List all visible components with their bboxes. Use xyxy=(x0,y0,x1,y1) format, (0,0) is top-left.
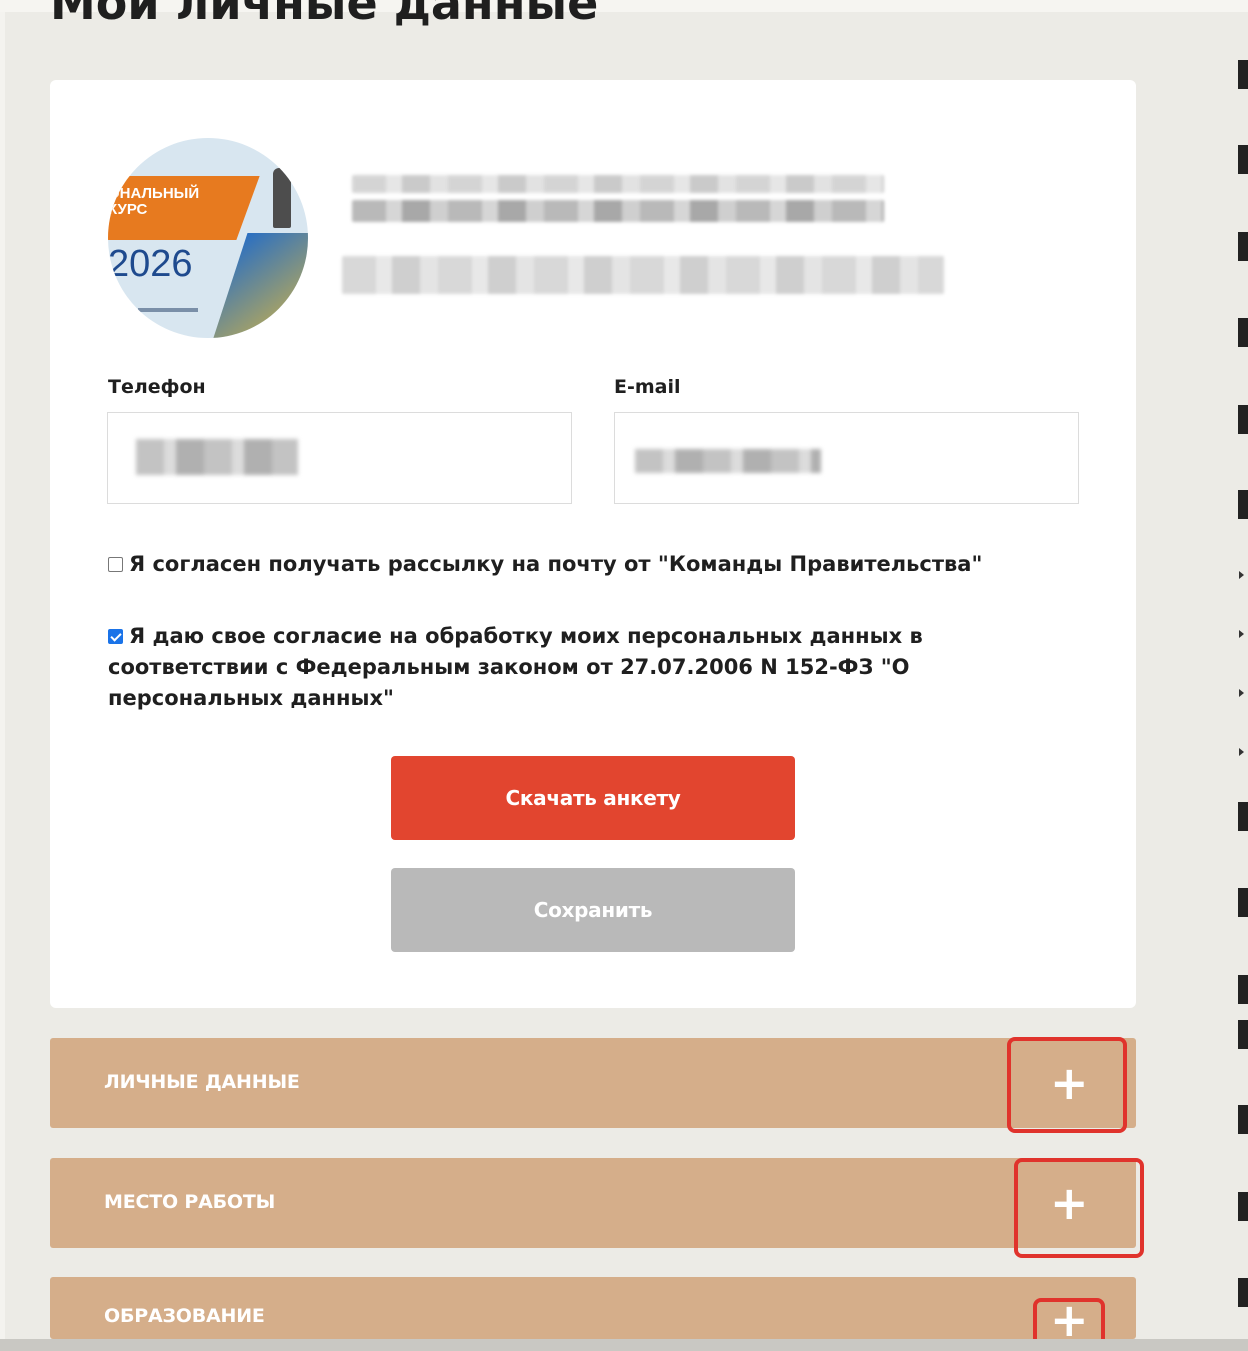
sidebar-link-clipped[interactable] xyxy=(1238,1192,1248,1221)
newsletter-consent-label: Я согласен получать рассылку на почту от… xyxy=(129,552,983,576)
newsletter-consent[interactable]: Я согласен получать рассылку на почту от… xyxy=(108,549,1068,580)
bullet-icon xyxy=(1239,689,1244,697)
save-button[interactable]: Сохранить xyxy=(391,868,795,952)
sidebar-link-clipped[interactable] xyxy=(1238,1020,1248,1049)
bullet-icon xyxy=(1239,571,1244,579)
highlight-box xyxy=(1007,1037,1127,1133)
phone-value-blurred xyxy=(136,439,298,475)
profile-card: ОНАЛЬНЫЙ КУРС 2026 Телефон E-mail Я согл… xyxy=(50,80,1136,1008)
logo-blue-band xyxy=(208,233,308,338)
page-title: Мои личные данные xyxy=(50,0,599,30)
section-personal-data[interactable]: ЛИЧНЫЕ ДАННЫЕ + xyxy=(50,1038,1136,1128)
profile-avatar[interactable]: ОНАЛЬНЫЙ КУРС 2026 xyxy=(108,138,308,338)
sidebar-link-clipped[interactable] xyxy=(1238,1105,1248,1134)
section-personal-data-label: ЛИЧНЫЕ ДАННЫЕ xyxy=(104,1071,300,1093)
section-education[interactable]: ОБРАЗОВАНИЕ + xyxy=(50,1277,1136,1343)
phone-field[interactable] xyxy=(107,412,572,504)
phone-label: Телефон xyxy=(108,376,206,398)
sidebar-link-clipped[interactable] xyxy=(1238,490,1248,519)
profile-position-blurred xyxy=(342,256,944,294)
email-label: E-mail xyxy=(614,376,681,398)
profile-name-blurred-2 xyxy=(352,200,884,222)
section-workplace-label: МЕСТО РАБОТЫ xyxy=(104,1191,276,1213)
newsletter-checkbox[interactable] xyxy=(108,557,123,572)
sidebar-link-clipped[interactable] xyxy=(1238,888,1248,917)
bullet-icon xyxy=(1239,630,1244,638)
sidebar-link-clipped[interactable] xyxy=(1238,975,1248,1004)
bullet-icon xyxy=(1239,748,1244,756)
section-education-label: ОБРАЗОВАНИЕ xyxy=(104,1305,265,1327)
personal-data-consent-label: Я даю свое согласие на обработку моих пе… xyxy=(108,624,923,710)
highlight-box xyxy=(1014,1158,1144,1258)
sidebar-link-clipped[interactable] xyxy=(1238,60,1248,89)
left-edge xyxy=(0,0,5,1351)
email-field[interactable] xyxy=(614,412,1079,504)
sidebar-link-clipped[interactable] xyxy=(1238,802,1248,831)
right-sidebar-clipped xyxy=(1238,0,1248,1351)
sidebar-link-clipped[interactable] xyxy=(1238,145,1248,174)
email-value-blurred xyxy=(635,449,821,473)
download-form-button[interactable]: Скачать анкету xyxy=(391,756,795,840)
logo-caption xyxy=(138,308,198,312)
logo-statue xyxy=(273,168,291,228)
bottom-scroll-area xyxy=(0,1339,1248,1351)
sidebar-link-clipped[interactable] xyxy=(1238,232,1248,261)
personal-data-consent[interactable]: Я даю свое согласие на обработку моих пе… xyxy=(108,621,1088,714)
section-workplace[interactable]: МЕСТО РАБОТЫ + xyxy=(50,1158,1136,1248)
sidebar-link-clipped[interactable] xyxy=(1238,1278,1248,1307)
logo-text: ОНАЛЬНЫЙ КУРС xyxy=(108,185,200,218)
logo-year: 2026 xyxy=(108,243,193,285)
sidebar-link-clipped[interactable] xyxy=(1238,405,1248,434)
sidebar-link-clipped[interactable] xyxy=(1238,318,1248,347)
personal-data-checkbox[interactable] xyxy=(108,629,123,644)
profile-name-blurred xyxy=(352,175,884,193)
